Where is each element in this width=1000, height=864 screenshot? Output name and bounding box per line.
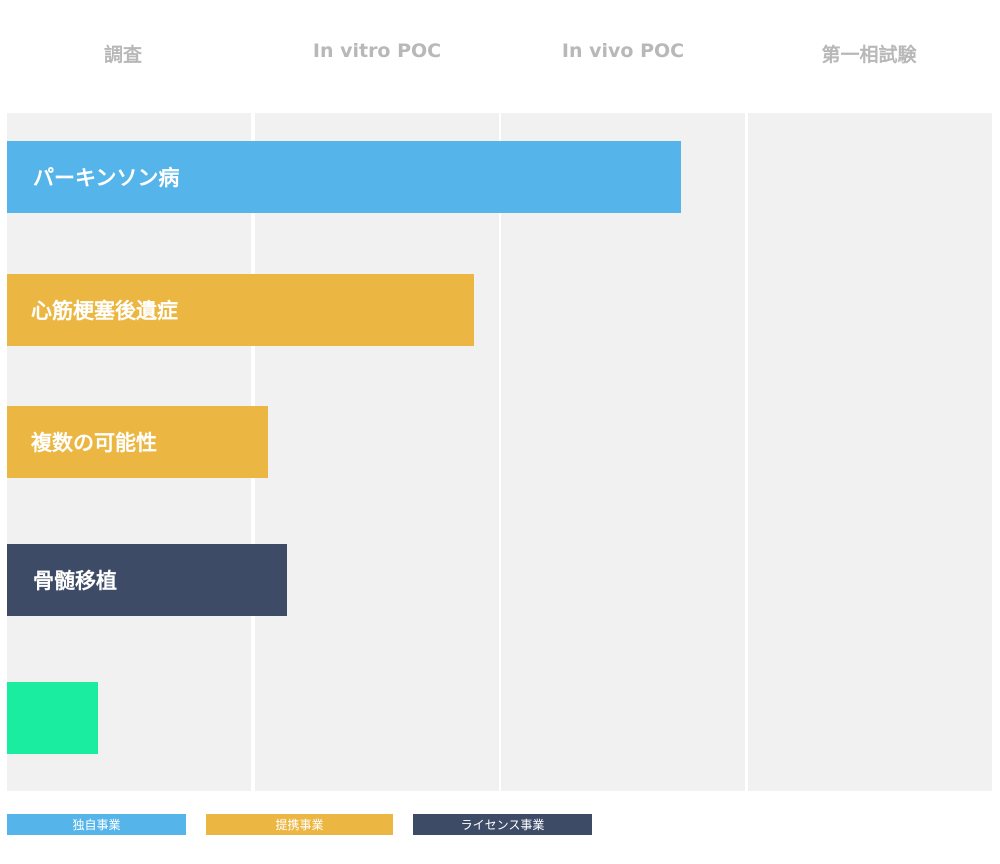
legend-own-business-label: 独自事業 (72, 818, 121, 832)
bar-label-3: 骨髄移植 (33, 569, 117, 593)
legend-license: ライセンス事業 (413, 814, 592, 835)
legend-own-business: 独自事業 (7, 814, 186, 835)
stage-header-in-vivo-poc: In vivo POC (561, 40, 685, 62)
stage-panel-phase1 (748, 113, 992, 791)
bar-3: 骨髄移植 (7, 544, 287, 616)
bar-label-2: 複数の可能性 (31, 431, 157, 455)
bar-4 (7, 682, 98, 754)
stage-header-in-vitro-poc: In vitro POC (312, 40, 442, 62)
legend-license-label: ライセンス事業 (460, 818, 545, 832)
bar-0: パーキンソン病 (7, 141, 681, 213)
bar-1: 心筋梗塞後遺症 (7, 274, 474, 346)
stage-header-survey: 調査 (103, 44, 142, 66)
bar-label-1: 心筋梗塞後遺症 (31, 299, 178, 323)
bar-label-0: パーキンソン病 (33, 166, 180, 190)
bar-2: 複数の可能性 (7, 406, 268, 478)
legend-partnership-label: 提携事業 (275, 818, 324, 832)
stage-panel-in-vivo-poc (501, 113, 745, 791)
legend-partnership: 提携事業 (206, 814, 393, 835)
stage-header-phase1: 第一相試験 (821, 44, 917, 66)
stage-panel-in-vitro-poc (255, 113, 499, 791)
